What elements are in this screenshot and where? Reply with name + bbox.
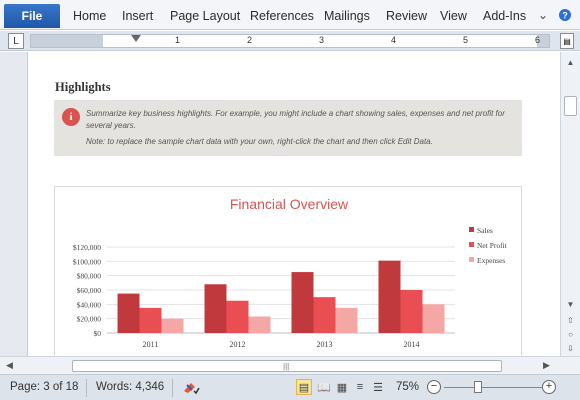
zoom-in-icon[interactable]: + — [542, 380, 556, 394]
bar-sales — [378, 260, 401, 333]
legend-label: Expenses — [477, 256, 505, 265]
legend-label: Net Profit — [477, 241, 508, 250]
bar-sales — [204, 284, 227, 333]
zoom-slider-thumb[interactable] — [474, 381, 482, 393]
legend-swatch — [469, 257, 474, 262]
next-page-icon[interactable]: ⇩ — [564, 342, 577, 354]
y-tick-label: $80,000 — [77, 272, 102, 281]
word-count[interactable]: Words: 4,346 — [96, 381, 164, 393]
horizontal-ruler[interactable]: 1 2 3 4 5 6 — [30, 34, 550, 48]
document-page[interactable]: Highlights i Summarize key business high… — [27, 52, 560, 356]
callout-text: Summarize key business highlights. For e… — [86, 109, 505, 130]
bar-net-profit — [139, 307, 162, 333]
y-tick-label: $20,000 — [77, 315, 102, 324]
tab-selector-button[interactable]: L — [8, 33, 24, 49]
svg-text:?: ? — [562, 11, 568, 21]
previous-page-icon[interactable]: ⇧ — [564, 314, 577, 326]
ruler-bar: L 1 2 3 4 5 6 ▤ — [0, 31, 580, 51]
scroll-down-arrow-icon[interactable]: ▼ — [564, 298, 577, 310]
divider — [86, 379, 87, 397]
file-tab[interactable]: File — [4, 4, 60, 28]
ruler-number: 6 — [535, 35, 541, 45]
scroll-grip-icon: ||| — [283, 362, 290, 371]
financial-chart[interactable]: Financial Overview $0 $20,000 $40,000 $60,00… — [54, 186, 522, 356]
bar-net-profit — [226, 300, 249, 333]
x-tick-label: 2012 — [230, 340, 246, 349]
legend-swatch — [469, 227, 474, 232]
ruler-left-margin — [31, 35, 103, 47]
x-tick-label: 2011 — [143, 340, 159, 349]
bar-net-profit — [313, 297, 336, 333]
callout-note: Note: to replace the sample chart data w… — [86, 137, 433, 146]
tab-view[interactable]: View — [440, 9, 467, 23]
zoom-level[interactable]: 75% — [396, 381, 419, 393]
scroll-up-arrow-icon[interactable]: ▲ — [564, 56, 577, 68]
proofing-icon[interactable] — [182, 379, 200, 398]
ruler-number: 3 — [319, 35, 325, 45]
scroll-right-arrow-icon[interactable]: ▶ — [543, 360, 550, 371]
divider — [172, 379, 173, 397]
bar-sales — [117, 293, 140, 333]
tab-home[interactable]: Home — [73, 9, 106, 23]
bar-sales — [291, 272, 314, 333]
page-count[interactable]: Page: 3 of 18 — [10, 381, 78, 393]
zoom-slider-track[interactable] — [444, 387, 542, 388]
ruler-number: 2 — [247, 35, 253, 45]
scroll-left-arrow-icon[interactable]: ◀ — [6, 360, 13, 371]
y-tick-label: $60,000 — [77, 286, 102, 295]
tab-review[interactable]: Review — [386, 9, 427, 23]
info-callout: i Summarize key business highlights. For… — [54, 100, 522, 156]
ruler-number: 5 — [463, 35, 469, 45]
info-icon: i — [62, 108, 80, 126]
draft-view-icon[interactable]: ☰ — [370, 379, 386, 395]
ruler-number: 4 — [391, 35, 397, 45]
web-layout-view-icon[interactable]: ▦ — [334, 379, 350, 395]
bar-net-profit — [400, 290, 423, 333]
tab-add-ins[interactable]: Add-Ins — [483, 9, 526, 23]
y-tick-label: $40,000 — [77, 300, 102, 309]
section-heading: Highlights — [55, 80, 111, 94]
vertical-scroll-thumb[interactable] — [564, 96, 577, 116]
print-layout-view-icon[interactable]: ▤ — [296, 379, 312, 395]
status-bar: Page: 3 of 18 Words: 4,346 ▤ 📖 ▦ ≡ ☰ 75%… — [0, 374, 580, 400]
ribbon: File Home Insert Page Layout References … — [0, 0, 580, 30]
chart-svg: Financial Overview $0 $20,000 $40,000 $60,00… — [73, 196, 508, 349]
chart-title: Financial Overview — [230, 196, 349, 212]
vertical-scrollbar[interactable]: ▲ ▼ ⇧ ○ ⇩ — [560, 52, 580, 356]
zoom-out-icon[interactable]: − — [427, 380, 441, 394]
y-tick-label: $100,000 — [73, 257, 101, 266]
legend-swatch — [469, 242, 474, 247]
first-line-indent-marker[interactable] — [131, 35, 141, 42]
horizontal-scroll-thumb[interactable]: ||| — [72, 360, 502, 372]
bar-expenses — [248, 316, 271, 333]
bar-expenses — [422, 304, 445, 333]
bar-expenses — [335, 307, 358, 333]
select-browse-object-icon[interactable]: ○ — [564, 328, 577, 340]
horizontal-scrollbar[interactable]: ◀ ||| ▶ — [0, 356, 580, 374]
legend-label: Sales — [477, 226, 493, 235]
tab-references[interactable]: References — [250, 9, 314, 23]
x-tick-label: 2014 — [404, 340, 420, 349]
view-ruler-toggle[interactable]: ▤ — [560, 33, 574, 49]
ruler-number: 1 — [175, 35, 181, 45]
y-tick-label: $0 — [94, 329, 102, 338]
tab-mailings[interactable]: Mailings — [324, 9, 370, 23]
x-tick-label: 2013 — [317, 340, 333, 349]
tab-page-layout[interactable]: Page Layout — [170, 9, 240, 23]
outline-view-icon[interactable]: ≡ — [352, 379, 368, 395]
document-area: Highlights i Summarize key business high… — [0, 52, 560, 356]
tab-insert[interactable]: Insert — [122, 9, 153, 23]
help-icon[interactable]: ? — [558, 8, 572, 25]
full-screen-reading-view-icon[interactable]: 📖 — [316, 379, 332, 395]
bar-expenses — [161, 318, 184, 333]
minimize-ribbon-chevron-icon[interactable]: ⌄ — [538, 8, 548, 22]
y-tick-label: $120,000 — [73, 243, 101, 252]
